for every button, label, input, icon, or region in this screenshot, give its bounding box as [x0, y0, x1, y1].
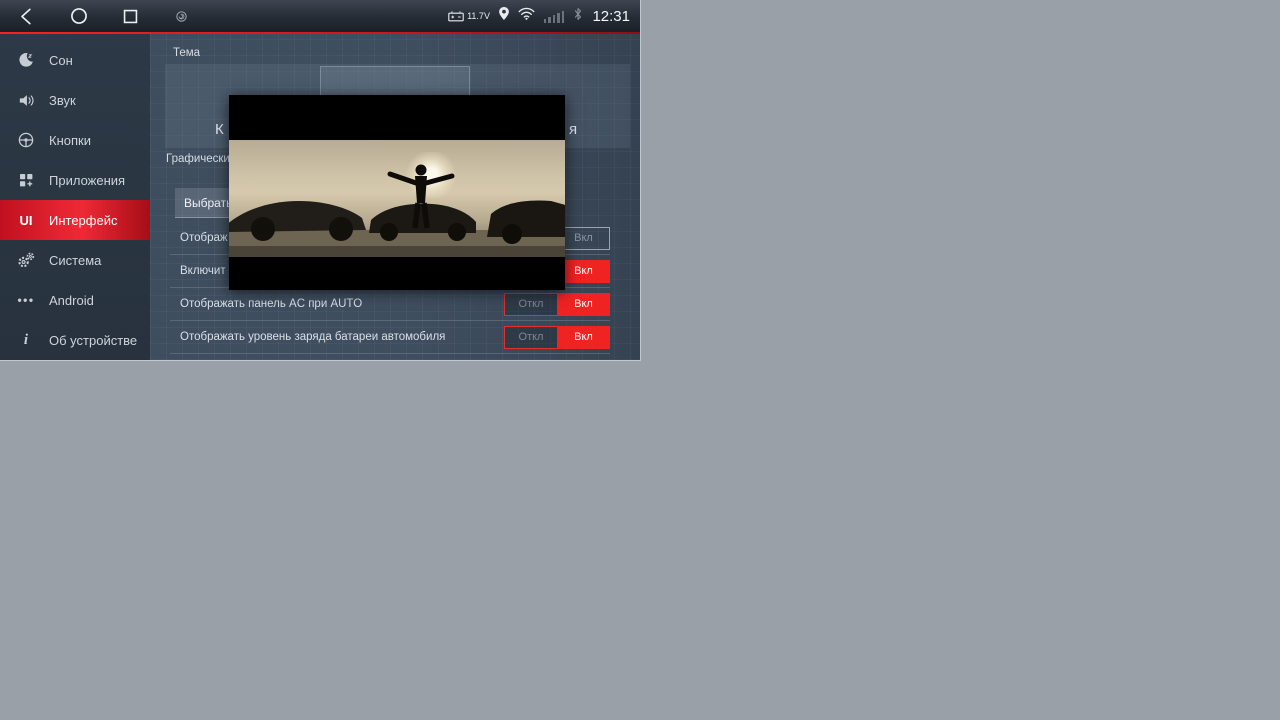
- steering-wheel-icon: [16, 132, 36, 148]
- signal-icon: [544, 10, 565, 23]
- menu-label: Система: [49, 253, 101, 268]
- screen-ui-settings: 11.7V 12:31 Сон Звук Кнопки: [0, 0, 640, 360]
- video-frame: [229, 140, 565, 257]
- spiral-icon[interactable]: [174, 9, 189, 24]
- off-button[interactable]: Откл: [504, 293, 557, 316]
- menu-item-apps[interactable]: Приложения: [0, 160, 150, 200]
- theme-name-fragment: К: [215, 121, 224, 138]
- menu-label: Звук: [49, 93, 76, 108]
- setting-label: Включит: [180, 265, 226, 277]
- setting-label: Отображ: [180, 232, 228, 244]
- setting-label: Отображать панель AC при AUTO: [180, 298, 362, 310]
- setting-row: Отображать уровень заряда батареи автомо…: [170, 321, 610, 354]
- gears-icon: [16, 252, 36, 268]
- menu-item-about[interactable]: i Об устройстве: [0, 320, 150, 360]
- menu-item-sleep[interactable]: Сон: [0, 40, 150, 80]
- bluetooth-icon: [573, 7, 583, 26]
- menu-label: Приложения: [49, 173, 125, 188]
- menu-item-buttons[interactable]: Кнопки: [0, 120, 150, 160]
- floating-video-window[interactable]: [229, 95, 565, 290]
- red-accent-line: [0, 32, 640, 34]
- menu-item-android[interactable]: ••• Android: [0, 280, 150, 320]
- ui-icon: UI: [16, 213, 36, 228]
- menu-label: Сон: [49, 53, 73, 68]
- apps-icon: [16, 172, 36, 188]
- ellipsis-icon: •••: [16, 293, 36, 307]
- graphic-section-label: Графический: [166, 153, 236, 165]
- menu-label: Об устройстве: [49, 333, 137, 348]
- settings-menu: Сон Звук Кнопки Приложения UI Интерфейс …: [0, 34, 150, 360]
- recents-button[interactable]: [121, 7, 140, 26]
- menu-item-interface[interactable]: UI Интерфейс: [0, 200, 150, 240]
- four-screen-collage: 12.1V 12:31 See You Again-Wiz Kha... Sis…: [0, 0, 1280, 720]
- theme-name-fragment: я: [569, 121, 577, 138]
- setting-label: Отображать уровень заряда батареи автомо…: [180, 331, 445, 343]
- on-button[interactable]: Вкл: [557, 293, 610, 316]
- cars-and-man-silhouette: [229, 140, 565, 257]
- menu-item-sound[interactable]: Звук: [0, 80, 150, 120]
- back-button[interactable]: [18, 7, 37, 26]
- gps-icon: [499, 7, 509, 25]
- menu-label: Кнопки: [49, 133, 91, 148]
- voltage-label: 11.7V: [467, 11, 490, 21]
- info-icon: i: [16, 332, 36, 349]
- menu-item-system[interactable]: Система: [0, 240, 150, 280]
- status-bar: 11.7V 12:31: [0, 0, 640, 32]
- speaker-icon: [16, 93, 36, 108]
- setting-row: Отображать панель AC при AUTO Откл Вкл: [170, 288, 610, 321]
- moon-icon: [16, 52, 36, 68]
- theme-section-label: Тема: [173, 47, 200, 59]
- clock: 12:31: [592, 8, 630, 25]
- off-button[interactable]: Откл: [504, 326, 557, 349]
- setting-row-partial: [170, 356, 610, 360]
- battery-voltage-indicator: 11.7V: [448, 10, 490, 22]
- menu-label: Интерфейс: [49, 213, 117, 228]
- on-button[interactable]: Вкл: [557, 326, 610, 349]
- menu-label: Android: [49, 293, 94, 308]
- wifi-icon: [518, 7, 535, 25]
- home-button[interactable]: [69, 6, 89, 26]
